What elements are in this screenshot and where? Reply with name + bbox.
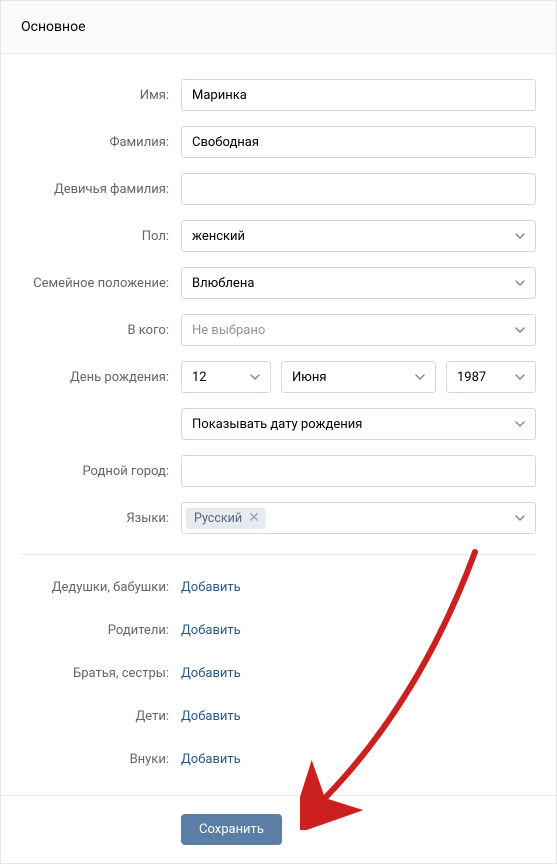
gender-value: женский xyxy=(192,229,245,244)
hometown-label: Родной город: xyxy=(21,464,181,479)
hometown-input[interactable] xyxy=(181,455,536,487)
remove-token-icon[interactable]: ✕ xyxy=(248,511,260,525)
first-name-label: Имя: xyxy=(21,88,181,103)
birth-month-value: Июня xyxy=(292,370,327,385)
add-parents-link[interactable]: Добавить xyxy=(181,623,241,638)
gender-label: Пол: xyxy=(21,229,181,244)
panel-header: Основное xyxy=(1,1,556,54)
last-name-input[interactable] xyxy=(181,126,536,158)
grandparents-label: Дедушки, бабушки: xyxy=(21,580,181,595)
relationship-label: Семейное положение: xyxy=(21,276,181,291)
relationship-value: Влюблена xyxy=(192,276,254,291)
birth-day-select[interactable]: 12 xyxy=(181,361,271,393)
chevron-down-icon xyxy=(250,374,260,380)
page-title: Основное xyxy=(21,19,536,35)
save-button[interactable]: Сохранить xyxy=(181,814,282,845)
main-panel: Основное Имя: Фамилия: Девичья фамилия: … xyxy=(0,0,557,864)
birthday-label: День рождения: xyxy=(21,370,181,385)
partner-value: Не выбрано xyxy=(192,323,265,338)
chevron-down-icon xyxy=(515,421,525,427)
first-name-input[interactable] xyxy=(181,79,536,111)
birth-year-value: 1987 xyxy=(457,370,486,385)
relationship-select[interactable]: Влюблена xyxy=(181,267,536,299)
languages-label: Языки: xyxy=(21,511,181,526)
children-label: Дети: xyxy=(21,709,181,724)
last-name-label: Фамилия: xyxy=(21,135,181,150)
maiden-name-input[interactable] xyxy=(181,173,536,205)
language-token-label: Русский xyxy=(194,511,242,526)
add-siblings-link[interactable]: Добавить xyxy=(181,666,241,681)
birth-month-select[interactable]: Июня xyxy=(281,361,436,393)
add-grandparents-link[interactable]: Добавить xyxy=(181,580,241,595)
chevron-down-icon xyxy=(515,515,525,521)
parents-label: Родители: xyxy=(21,623,181,638)
chevron-down-icon xyxy=(515,374,525,380)
gender-select[interactable]: женский xyxy=(181,220,536,252)
divider xyxy=(21,554,536,555)
siblings-label: Братья, сестры: xyxy=(21,666,181,681)
birthday-visibility-select[interactable]: Показывать дату рождения xyxy=(181,408,536,440)
add-children-link[interactable]: Добавить xyxy=(181,709,241,724)
chevron-down-icon xyxy=(415,374,425,380)
birth-year-select[interactable]: 1987 xyxy=(446,361,536,393)
chevron-down-icon xyxy=(515,280,525,286)
chevron-down-icon xyxy=(515,327,525,333)
partner-select[interactable]: Не выбрано xyxy=(181,314,536,346)
birth-day-value: 12 xyxy=(192,370,207,385)
panel-body: Имя: Фамилия: Девичья фамилия: Пол: женс… xyxy=(1,54,556,767)
add-grandchildren-link[interactable]: Добавить xyxy=(181,752,241,767)
language-token: Русский ✕ xyxy=(186,508,266,529)
birthday-visibility-value: Показывать дату рождения xyxy=(192,417,362,432)
maiden-name-label: Девичья фамилия: xyxy=(21,182,181,197)
footer: Сохранить xyxy=(1,795,556,863)
languages-input[interactable]: Русский ✕ xyxy=(181,502,536,534)
grandchildren-label: Внуки: xyxy=(21,752,181,767)
partner-label: В кого: xyxy=(21,323,181,338)
chevron-down-icon xyxy=(515,233,525,239)
